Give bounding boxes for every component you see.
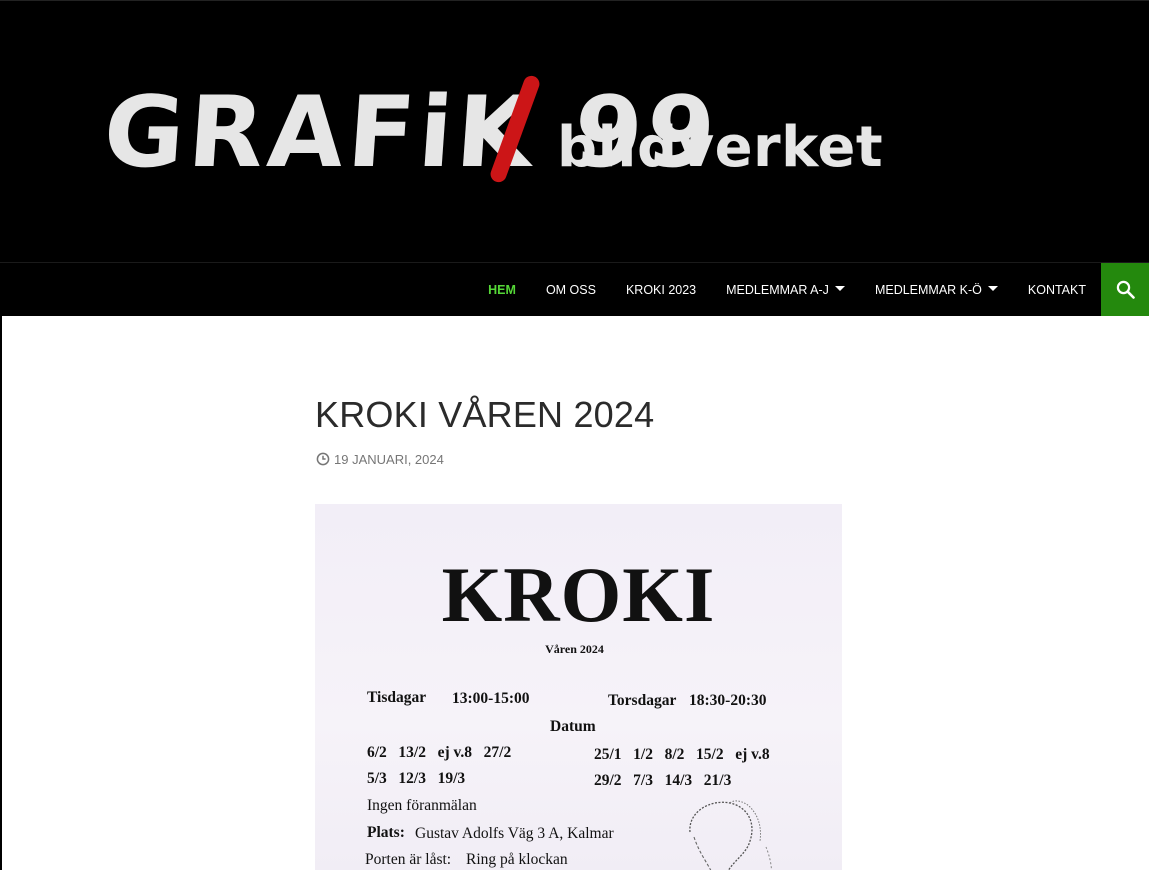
poster-place-value: Gustav Adolfs Väg 3 A, Kalmar (415, 825, 614, 842)
poster-tuesday-label: Tisdagar (367, 689, 427, 706)
nav-item-label: KROKI 2023 (625, 283, 697, 297)
nav-menu: HEM OM OSS KROKI 2023 MEDLEMMAR A-J MEDL… (473, 263, 1101, 317)
nav-item-label: MEDLEMMAR K-Ö (874, 283, 982, 297)
caret-down-icon (834, 286, 845, 292)
nav-item-kontakt[interactable]: KONTAKT (1013, 263, 1101, 317)
poster-tue-dates-1: 6/2 13/2 ej v.8 27/2 (367, 744, 512, 761)
poster-door-label: Porten är låst: (365, 851, 452, 868)
caret-down-icon (987, 286, 998, 292)
poster-thu-dates-1: 25/1 1/2 8/2 15/2 ej v.8 (594, 746, 770, 763)
poster-thursday-time: 18:30-20:30 (689, 692, 767, 709)
poster-tue-dates-2: 5/3 12/3 19/3 (367, 770, 466, 787)
post-meta: 19 JANUARI, 2024 (316, 451, 444, 467)
nav-item-label: MEDLEMMAR A-J (726, 283, 829, 297)
search-toggle-button[interactable] (1101, 263, 1149, 317)
post-date[interactable]: 19 JANUARI, 2024 (334, 452, 444, 467)
poster-door-value: Ring på klockan (466, 851, 568, 868)
post-featured-image: KROKI Våren 2024 Tisdagar 13:00-15:00 To… (315, 504, 842, 870)
search-icon (1116, 280, 1135, 299)
nav-item-hem[interactable]: HEM (473, 263, 531, 317)
poster-no-registration: Ingen föranmälan (367, 797, 477, 814)
nav-item-label: OM OSS (545, 283, 596, 297)
primary-navigation: HEM OM OSS KROKI 2023 MEDLEMMAR A-J MEDL… (0, 262, 1149, 317)
nav-item-medlemmar-a-j[interactable]: MEDLEMMAR A-J (711, 263, 860, 317)
site-header: GRAFiK 99 bildverket (0, 0, 1149, 262)
poster-thu-dates-2: 29/2 7/3 14/3 21/3 (594, 772, 732, 789)
site-logo[interactable]: GRAFiK 99 bildverket (100, 73, 883, 203)
clock-icon (316, 452, 330, 466)
figure-sketch-image (689, 800, 773, 870)
poster-title: KROKI (441, 551, 716, 638)
post-title[interactable]: KROKI VÅREN 2024 (315, 394, 654, 436)
poster-subtitle: Våren 2024 (545, 642, 604, 656)
nav-item-om-oss[interactable]: OM OSS (531, 263, 611, 317)
nav-item-kroki-2023[interactable]: KROKI 2023 (611, 263, 711, 317)
main-content: KROKI VÅREN 2024 19 JANUARI, 2024 KROKI … (2, 316, 1149, 870)
poster-place-label: Plats: (367, 824, 405, 841)
nav-item-label: HEM (488, 283, 516, 297)
nav-item-medlemmar-k-o[interactable]: MEDLEMMAR K-Ö (860, 263, 1013, 317)
logo-text-sub: bildverket (557, 115, 884, 180)
poster-tuesday-time: 13:00-15:00 (452, 690, 530, 707)
poster-thursday-label: Torsdagar (608, 692, 677, 709)
poster-dates-heading: Datum (550, 718, 596, 735)
nav-item-label: KONTAKT (1027, 283, 1086, 297)
